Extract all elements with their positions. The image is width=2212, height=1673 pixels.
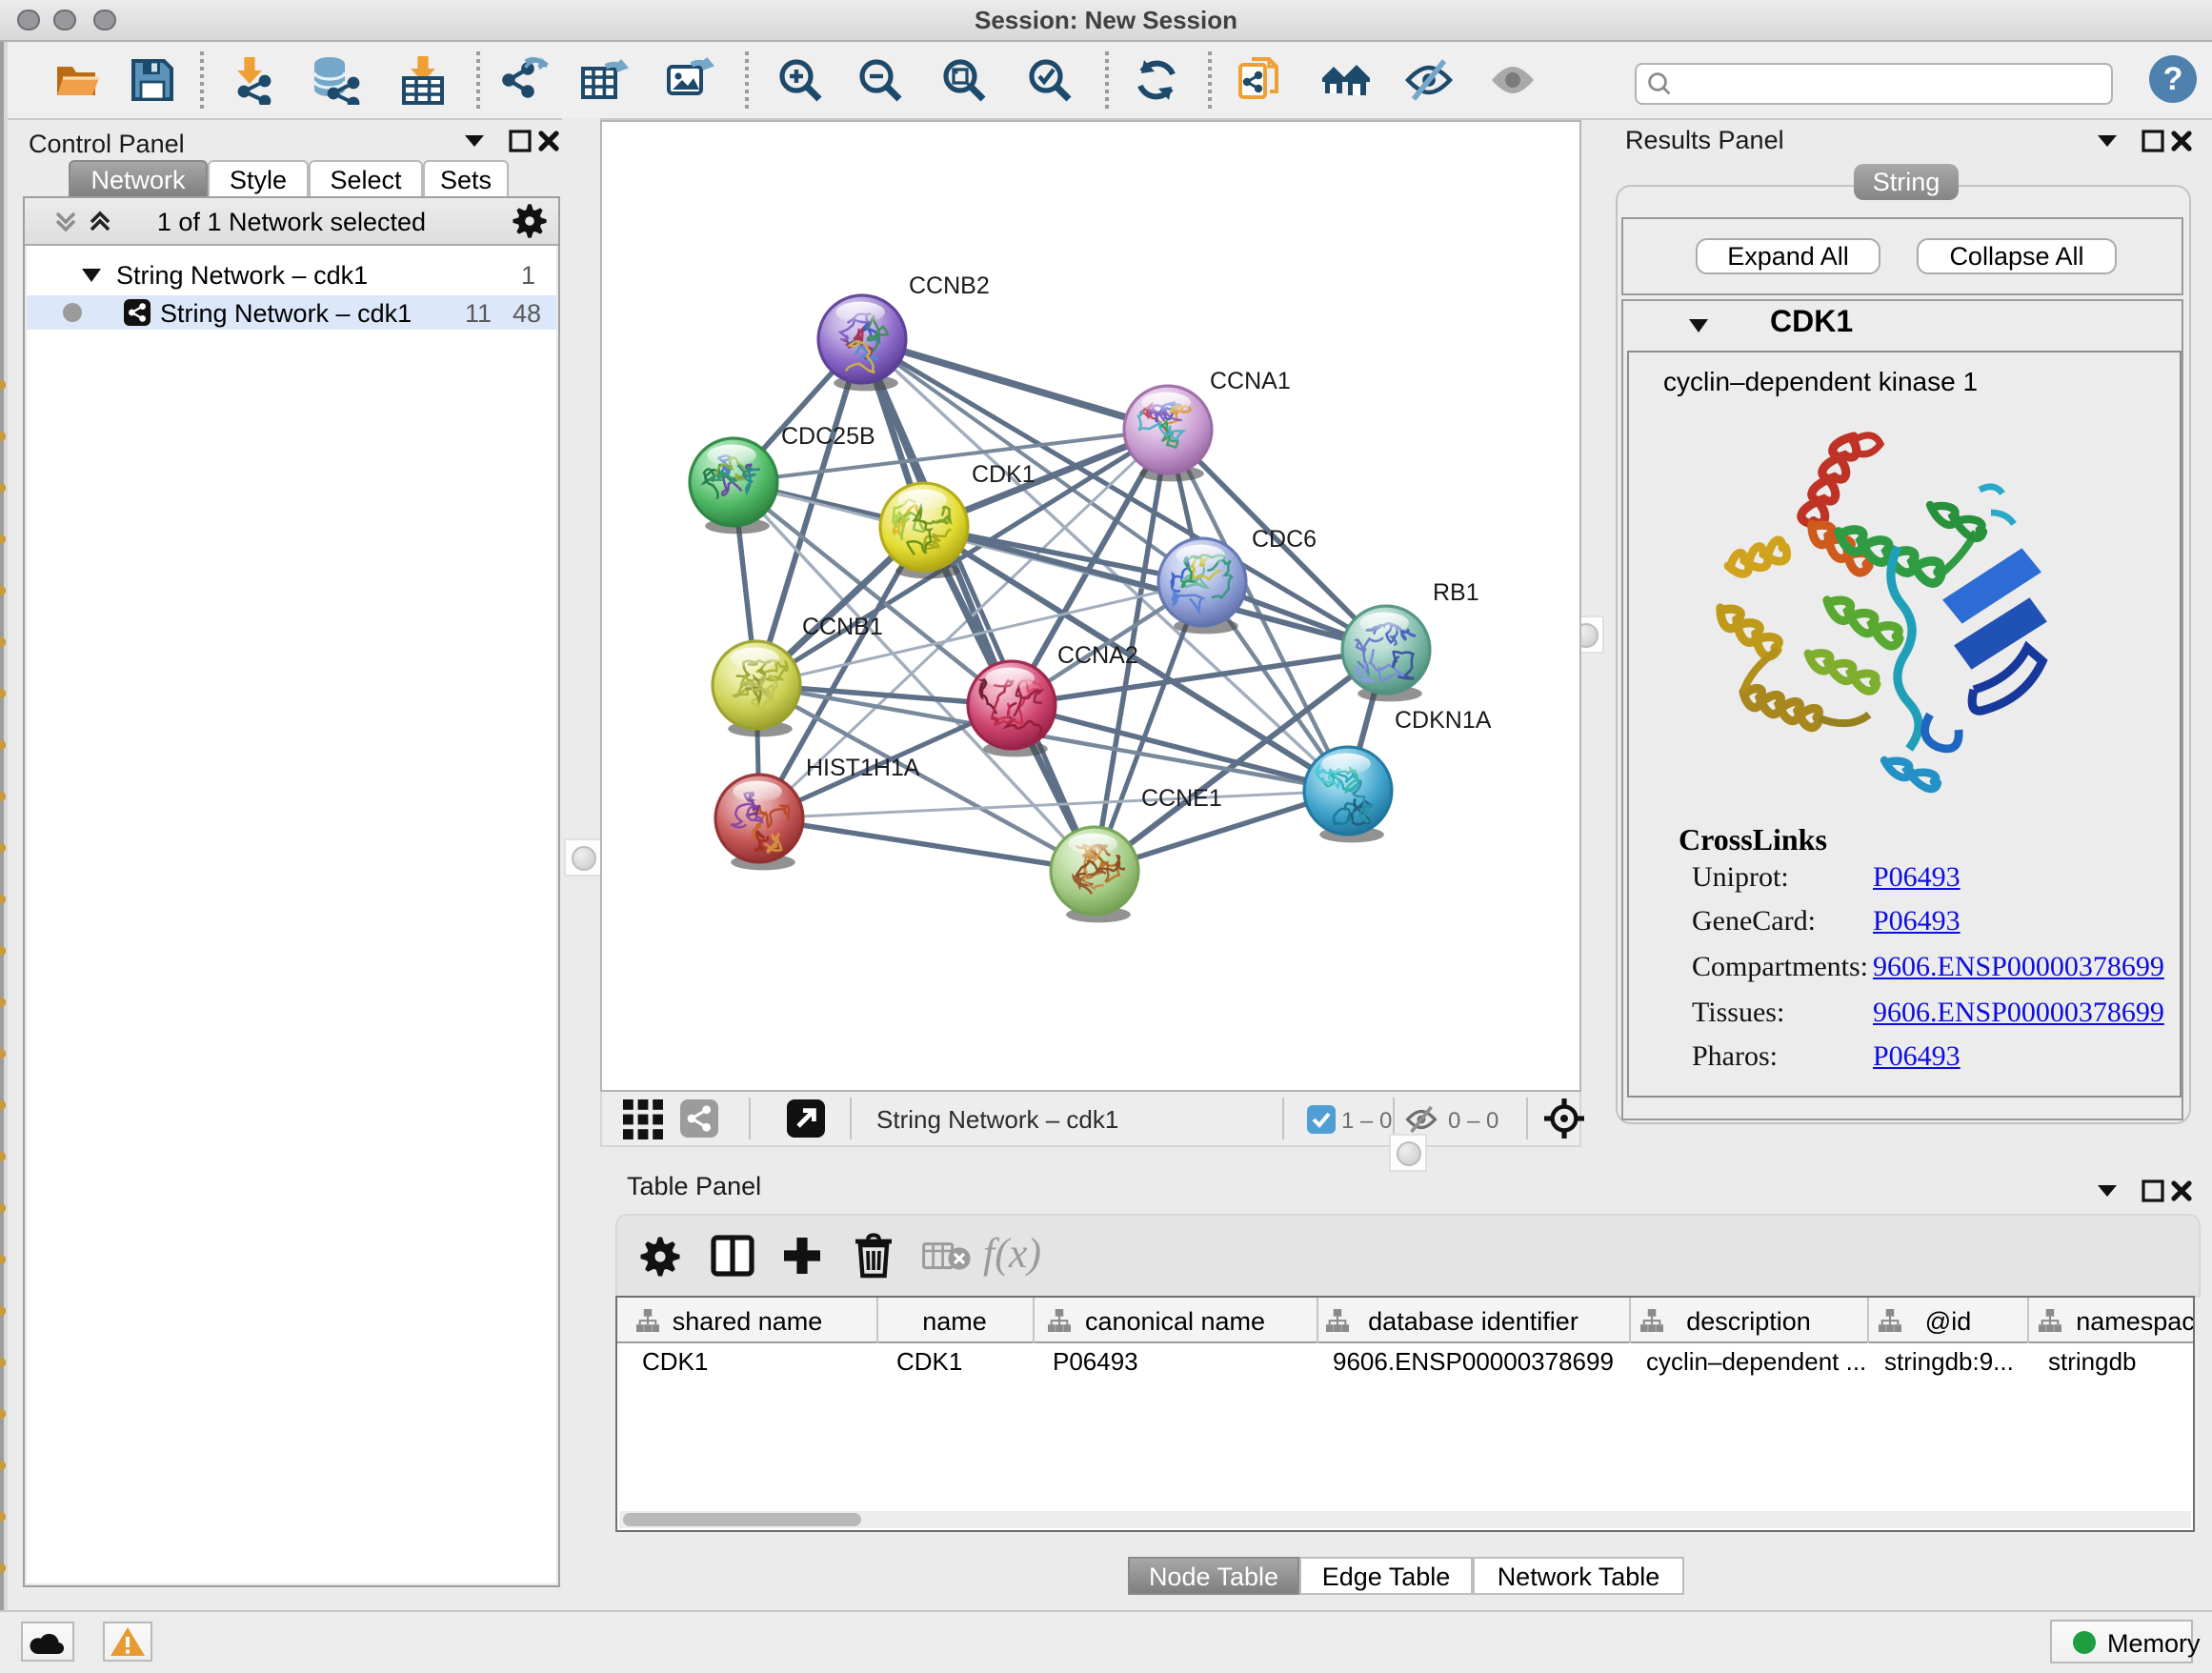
svg-text:CCNA2: CCNA2 [1057,642,1138,669]
svg-text:CDC6: CDC6 [1252,526,1317,553]
svg-text:HIST1H1A: HIST1H1A [806,755,920,781]
svg-text:CCNA1: CCNA1 [1210,368,1291,394]
svg-text:CCNE1: CCNE1 [1141,785,1222,812]
svg-text:CDK1: CDK1 [972,461,1036,488]
svg-text:CCNB2: CCNB2 [909,272,990,299]
svg-text:CDC25B: CDC25B [781,423,875,450]
svg-text:CDKN1A: CDKN1A [1395,707,1492,734]
svg-text:RB1: RB1 [1433,579,1479,606]
svg-text:CCNB1: CCNB1 [802,614,883,640]
